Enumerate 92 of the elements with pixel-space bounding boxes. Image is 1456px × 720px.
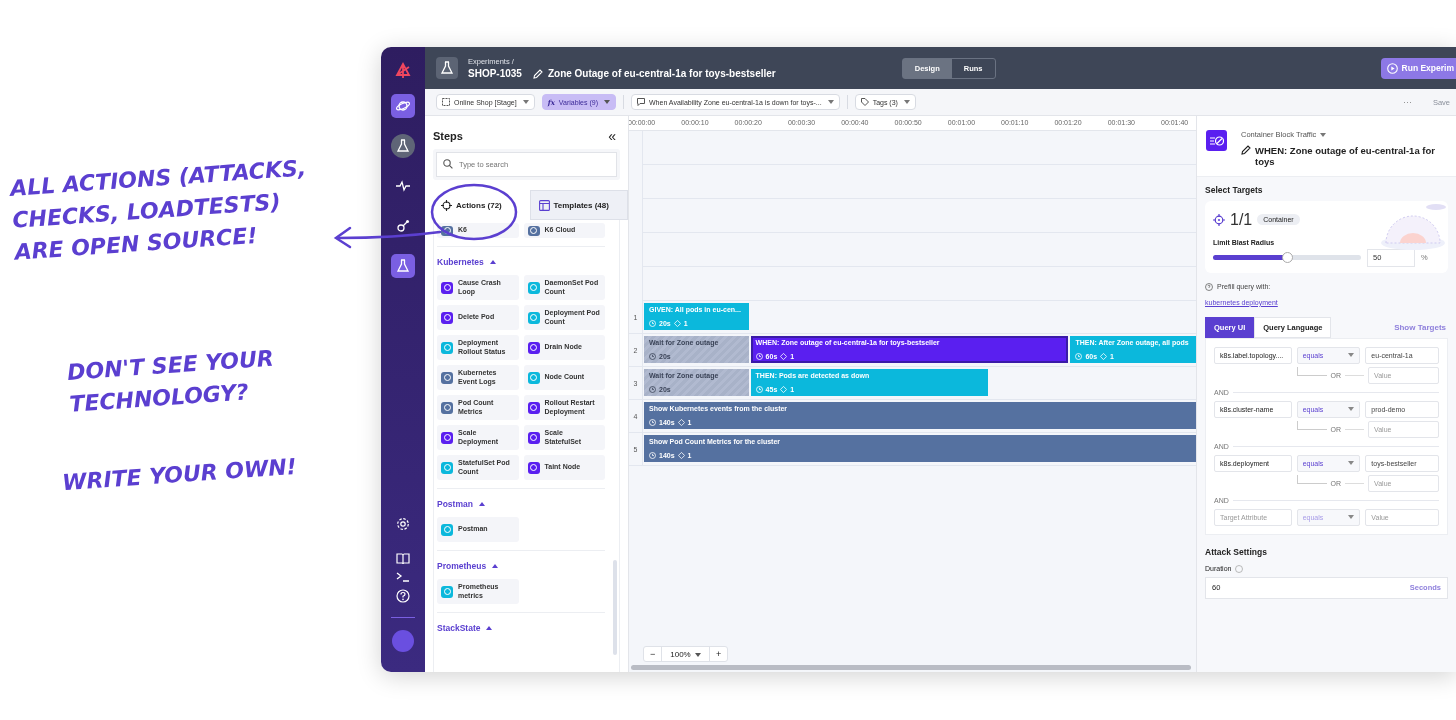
settings-icon[interactable] (396, 517, 410, 531)
diamond-icon (673, 320, 681, 327)
clock-icon (649, 353, 656, 360)
caret-icon (1348, 353, 1355, 358)
diamond-icon (1100, 353, 1108, 360)
ring-icon (527, 431, 540, 444)
group-header[interactable]: Kubernetes (437, 257, 484, 267)
ring-icon (441, 371, 453, 384)
section-title: Select Targets (1205, 183, 1264, 197)
handwritten-note: WRITE YOUR OWN! (61, 453, 298, 498)
zoom-dropdown[interactable]: 100% (661, 647, 710, 661)
section-title: Attack Settings (1205, 546, 1268, 557)
clock-icon (755, 353, 763, 360)
flask-icon[interactable] (391, 254, 415, 278)
clock-icon (1075, 353, 1083, 360)
scrollbar[interactable] (631, 665, 1191, 670)
clock-icon (649, 320, 656, 327)
ring-icon (527, 281, 540, 294)
caret-icon (1348, 515, 1355, 520)
ring-icon (527, 461, 540, 474)
experiment-key: SHOP-1035 (468, 68, 522, 79)
group-header[interactable]: Prometheus (437, 561, 487, 571)
group-header[interactable]: Postman (437, 499, 473, 509)
clock-icon (649, 419, 656, 426)
ring-icon (441, 431, 453, 444)
caret-icon[interactable] (486, 626, 493, 630)
search-icon (443, 159, 453, 169)
caret-icon (522, 100, 529, 104)
panel-title: Steps (433, 130, 463, 142)
group-header[interactable]: StackState (437, 623, 481, 633)
comment-icon (637, 98, 645, 106)
caret-icon (827, 100, 834, 104)
experiment-title[interactable]: Zone Outage of eu-central-1a for toys-bestseller (547, 68, 776, 79)
ring-icon (441, 311, 453, 324)
ring-icon (441, 523, 453, 536)
ring-icon (441, 401, 453, 414)
caret-icon[interactable] (478, 502, 485, 506)
caret-icon[interactable] (492, 564, 499, 568)
handwritten-note: DON'T SEE YOUR TECHNOLOGY? (66, 344, 276, 419)
crosshair-icon (441, 199, 452, 211)
ring-icon (441, 341, 453, 354)
more-button[interactable]: ··· (1402, 97, 1412, 107)
connector-line (1297, 420, 1327, 430)
ring-icon (441, 225, 453, 236)
caret-icon (1348, 407, 1355, 412)
tag-icon (860, 98, 869, 106)
zoom-out-button[interactable]: − (644, 647, 662, 661)
diamond-icon (780, 353, 788, 360)
clock-icon (755, 386, 763, 393)
steps-tab[interactable]: Templates (48) (529, 190, 628, 220)
play-icon (1386, 62, 1398, 74)
scrollbar[interactable] (613, 560, 617, 655)
steps-tab[interactable]: Actions (72) (433, 190, 530, 220)
connector-line (1297, 366, 1327, 376)
ring-icon (527, 225, 540, 236)
flask-icon[interactable] (391, 134, 415, 158)
clock-icon (649, 452, 656, 459)
diamond-icon (677, 452, 685, 459)
caret-icon (903, 100, 910, 104)
target-icon (1213, 213, 1225, 226)
zoom-in-button[interactable]: + (709, 647, 728, 661)
frame-icon (442, 98, 450, 106)
step-title[interactable]: WHEN: Zone outage of eu-central-1a for toys (1255, 145, 1440, 168)
diamond-icon (780, 386, 788, 393)
terminal-icon[interactable] (396, 572, 410, 582)
ring-icon (527, 401, 540, 414)
block-traffic-icon (1206, 130, 1227, 151)
caret-icon (694, 652, 701, 657)
handwritten-note: ALL ACTIONS (ATTACKS, CHECKS, LOADTESTS) ARE OPEN SOURCE! (9, 154, 308, 267)
run-button[interactable]: Run Experim (1380, 57, 1456, 79)
caret-icon (604, 100, 610, 104)
ring-icon (441, 585, 453, 598)
ring-icon (527, 311, 540, 324)
ring-icon (441, 461, 453, 474)
blast-radius-slider[interactable] (1213, 255, 1361, 261)
collapse-button[interactable]: « (608, 129, 616, 143)
connector-line (1297, 474, 1327, 484)
book-icon[interactable] (396, 553, 410, 565)
ring-icon (441, 281, 453, 294)
caret-icon[interactable] (489, 260, 496, 264)
flask-icon (436, 57, 458, 79)
logo-icon[interactable] (394, 62, 412, 80)
pencil-icon[interactable] (1241, 145, 1251, 155)
planet-icon[interactable] (391, 94, 415, 118)
caret-icon (1348, 461, 1355, 466)
caret-icon (1320, 133, 1327, 137)
clock-icon (649, 386, 656, 393)
target-count: 1/1 (1230, 210, 1253, 229)
diamond-icon (677, 419, 685, 426)
ring-icon (527, 371, 540, 384)
ring-icon (527, 341, 540, 354)
template-icon (538, 199, 550, 211)
